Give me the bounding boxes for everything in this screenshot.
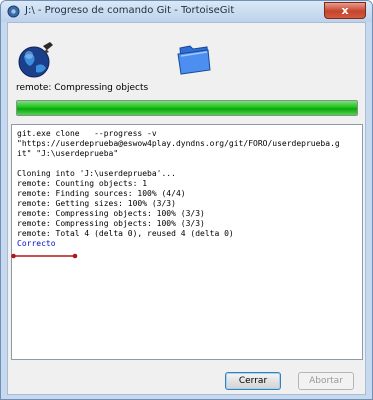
tortoisegit-app-icon	[7, 5, 20, 18]
tortoisegit-progress-window: J:\ - Progreso de comando Git - Tortoise…	[0, 0, 373, 400]
log-line: Cloning into 'J:\userdeprueba'...	[17, 169, 176, 178]
window-close-button[interactable]: x	[324, 2, 366, 19]
window-title: J:\ - Progreso de comando Git - Tortoise…	[25, 5, 235, 16]
progress-bar-fill	[17, 101, 357, 115]
progress-status-text: remote: Compressing objects	[16, 83, 149, 93]
log-line: git.exe clone --progress -v	[17, 129, 157, 138]
dialog-client-area: remote: Compressing objects git.exe clon…	[7, 22, 366, 395]
close-button[interactable]: Cerrar	[225, 372, 281, 390]
title-bar[interactable]: J:\ - Progreso de comando Git - Tortoise…	[1, 1, 372, 22]
log-line: remote: Finding sources: 100% (4/4)	[17, 189, 186, 198]
folder-icon	[177, 45, 211, 75]
log-line: "https://userdeprueba@eswow4play.dyndns.…	[17, 139, 340, 148]
progress-bar	[16, 100, 358, 116]
output-log[interactable]: git.exe clone --progress -v "https://user…	[11, 124, 363, 360]
abort-button[interactable]: Abortar	[298, 372, 354, 390]
log-line: remote: Compressing objects: 100% (3/3)	[17, 219, 205, 228]
globe-icon	[18, 42, 53, 78]
log-line: it" "J:\userdeprueba"	[17, 149, 119, 158]
log-line: remote: Total 4 (delta 0), reused 4 (del…	[17, 229, 234, 238]
log-line-result: Correcto	[17, 239, 56, 248]
log-line: remote: Compressing objects: 100% (3/3)	[17, 209, 205, 218]
log-line: remote: Getting sizes: 100% (3/3)	[17, 199, 176, 208]
log-line: remote: Counting objects: 1	[17, 179, 148, 188]
red-underline-annotation	[11, 253, 78, 259]
